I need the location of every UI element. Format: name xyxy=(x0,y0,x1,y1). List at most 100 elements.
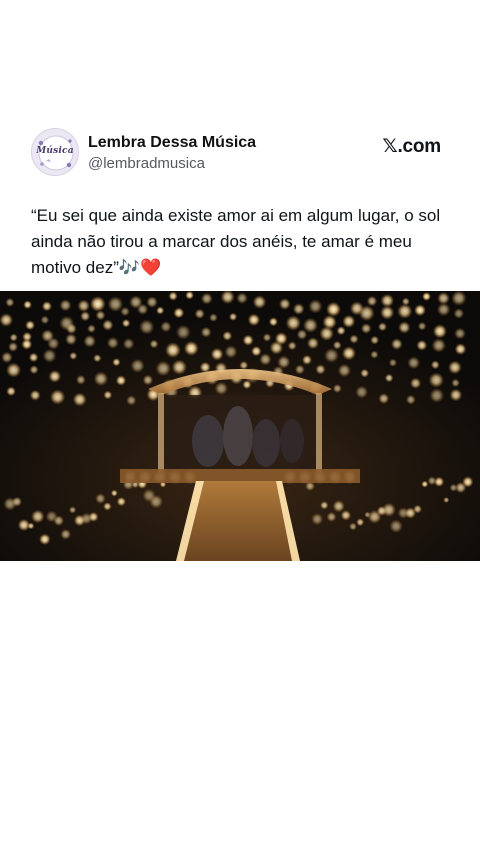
author-handle[interactable]: @lembradmusica xyxy=(88,155,205,172)
bokeh-light xyxy=(80,311,91,322)
bokeh-light xyxy=(110,489,118,497)
bokeh-light xyxy=(251,346,262,357)
bokeh-light xyxy=(370,335,380,345)
bokeh-light xyxy=(209,313,218,322)
bokeh-light xyxy=(12,496,22,507)
bokeh-light xyxy=(137,303,149,315)
bokeh-light xyxy=(370,350,379,359)
bokeh-light xyxy=(194,308,205,319)
bokeh-light xyxy=(120,306,130,317)
author-display-name[interactable]: Lembra Dessa Música xyxy=(88,134,256,152)
bokeh-light xyxy=(29,389,41,401)
bokeh-light xyxy=(72,392,87,407)
bokeh-light xyxy=(130,358,145,373)
bokeh-light xyxy=(384,373,394,383)
bokeh-light xyxy=(437,302,451,317)
bokeh-light xyxy=(332,500,345,513)
bokeh-light xyxy=(356,518,365,527)
bokeh-light xyxy=(308,299,323,314)
bokeh-light xyxy=(214,381,228,396)
bokeh-light xyxy=(332,384,342,393)
bokeh-light xyxy=(307,337,319,350)
bokeh-light xyxy=(268,317,278,327)
bokeh-light xyxy=(165,342,181,358)
bokeh-light xyxy=(360,323,372,334)
bokeh-light xyxy=(41,301,53,312)
bokeh-light xyxy=(389,519,403,533)
bokeh-light xyxy=(378,322,387,332)
tweet-media[interactable] xyxy=(0,291,480,561)
bokeh-light xyxy=(200,326,212,338)
bokeh-light xyxy=(269,341,284,355)
bokeh-light xyxy=(40,315,50,325)
bokeh-light xyxy=(48,370,62,383)
bokeh-light xyxy=(168,291,178,301)
bokeh-light xyxy=(453,308,465,319)
bokeh-light xyxy=(115,375,127,386)
bokeh-light xyxy=(398,321,411,334)
bokeh-light xyxy=(319,326,334,341)
bokeh-light xyxy=(160,321,172,333)
bokeh-light xyxy=(349,334,359,344)
bokeh-light xyxy=(76,374,86,385)
bokeh-light xyxy=(287,341,297,351)
bokeh-light xyxy=(116,497,126,507)
bokeh-light xyxy=(149,339,159,349)
bokeh-light xyxy=(90,296,106,312)
bokeh-light xyxy=(77,299,90,312)
bokeh-light xyxy=(416,339,428,351)
bokeh-light xyxy=(340,510,352,521)
bokeh-light xyxy=(9,333,18,342)
bokeh-light xyxy=(121,319,131,328)
bokeh-light xyxy=(417,321,427,331)
screen: Música Lembra Dessa Música @lembradmusic… xyxy=(0,0,480,854)
bokeh-light xyxy=(262,333,272,342)
bokeh-light xyxy=(59,299,72,312)
bokeh-light xyxy=(29,365,39,375)
bokeh-light xyxy=(0,313,13,327)
bokeh-light xyxy=(93,371,109,386)
bokeh-light xyxy=(405,394,416,405)
bokeh-light xyxy=(378,393,390,404)
bokeh-light xyxy=(449,388,463,402)
bokeh-light xyxy=(336,326,346,336)
bokeh-light xyxy=(430,360,440,370)
video-thumbnail-icon xyxy=(0,291,480,561)
bokeh-light xyxy=(434,476,445,487)
avatar-label: Música xyxy=(36,146,74,156)
bokeh-light xyxy=(428,372,444,388)
bokeh-light xyxy=(349,522,357,531)
bokeh-light xyxy=(155,360,171,377)
bokeh-light xyxy=(311,513,324,526)
bokeh-light xyxy=(39,533,51,545)
bokeh-light xyxy=(437,292,450,305)
tweet-text: “Eu sei que ainda existe amor ai em algu… xyxy=(31,206,441,277)
bokeh-light xyxy=(106,336,119,349)
bokeh-light xyxy=(1,351,13,364)
bokeh-light xyxy=(5,297,15,307)
bokeh-light xyxy=(126,395,137,406)
bokeh-light xyxy=(242,334,254,346)
bokeh-light xyxy=(462,476,474,488)
bokeh-light xyxy=(315,364,326,375)
bokeh-light xyxy=(25,320,35,331)
bokeh-light xyxy=(247,313,261,326)
bokeh-light xyxy=(112,358,121,367)
bokeh-light xyxy=(285,315,301,331)
bokeh-light xyxy=(146,296,158,308)
bokeh-light xyxy=(31,509,45,524)
bokeh-light xyxy=(413,504,422,514)
bokeh-light xyxy=(27,522,35,530)
avatar[interactable]: Música xyxy=(31,128,79,176)
platform-label: 𝕏.com xyxy=(382,135,441,158)
bokeh-light xyxy=(302,354,312,365)
bokeh-light xyxy=(448,360,462,375)
bokeh-light xyxy=(236,292,248,304)
bokeh-light xyxy=(337,363,352,378)
bokeh-light xyxy=(414,304,426,317)
bokeh-light xyxy=(410,377,422,389)
bokeh-light xyxy=(341,346,356,361)
platform-suffix: .com xyxy=(397,136,441,157)
bokeh-light xyxy=(183,341,199,356)
tweet-header: Música Lembra Dessa Música @lembradmusic… xyxy=(31,128,441,180)
